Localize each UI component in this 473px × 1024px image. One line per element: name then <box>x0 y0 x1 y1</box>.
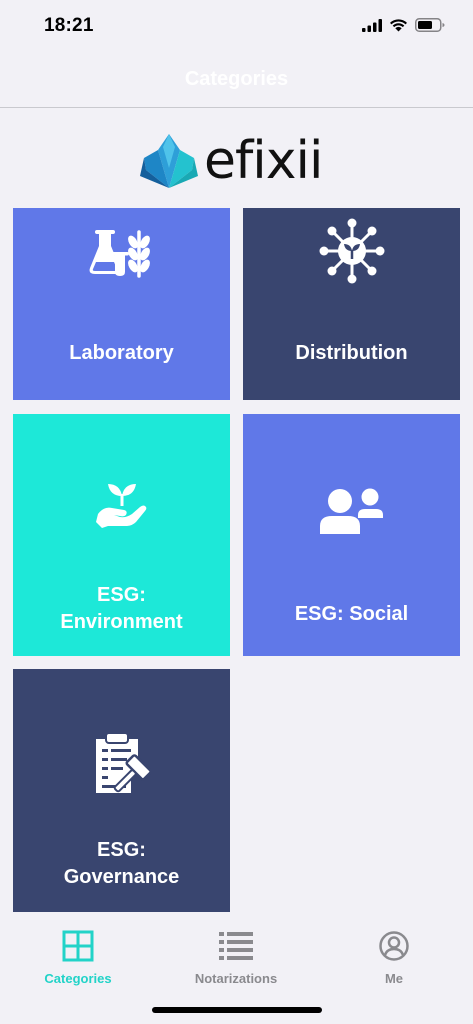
status-time: 18:21 <box>44 15 94 36</box>
category-tile-esg-environment[interactable]: ESG: Environment <box>13 414 230 656</box>
page-title: Categories <box>184 68 289 90</box>
category-label: ESG: Governance <box>63 839 180 888</box>
status-icons <box>362 18 445 32</box>
cellular-signal-icon <box>362 18 382 32</box>
nav-header: Categories <box>0 56 473 108</box>
category-tile-esg-social[interactable]: ESG: Social <box>243 414 460 656</box>
category-tile-distribution[interactable]: Distribution <box>243 208 460 400</box>
user-circle-icon <box>379 931 409 961</box>
tab-notarizations[interactable]: Notarizations <box>176 930 296 986</box>
tab-label: Categories <box>44 971 112 986</box>
battery-icon <box>415 18 445 32</box>
category-tile-laboratory[interactable]: Laboratory <box>13 208 230 400</box>
category-label: Laboratory <box>69 342 174 364</box>
category-label: Distribution <box>295 342 408 364</box>
wifi-icon <box>390 19 407 32</box>
status-bar: 18:21 <box>0 0 473 56</box>
home-indicator[interactable] <box>152 1007 322 1013</box>
category-tile-esg-governance[interactable]: ESG: Governance <box>13 669 230 912</box>
crystal-logo-icon <box>140 134 198 188</box>
hand-sprout-icon <box>95 484 146 528</box>
lab-flask-wheat-icon <box>89 230 150 278</box>
category-label: ESG: Environment <box>60 584 183 633</box>
distribution-network-icon <box>319 218 384 284</box>
logo-text: efixii <box>204 131 323 191</box>
tab-categories[interactable]: Categories <box>18 930 138 986</box>
tab-label: Notarizations <box>194 971 278 986</box>
category-grid: Laboratory Distribution ESG: Environment… <box>13 208 461 912</box>
tab-label: Me <box>384 971 404 986</box>
category-label: ESG: Social <box>294 603 409 625</box>
clipboard-gavel-icon <box>95 733 151 793</box>
efixii-logo: efixii <box>140 118 340 204</box>
people-icon <box>319 488 383 534</box>
list-icon <box>219 932 253 960</box>
grid-icon <box>62 930 94 962</box>
tab-me[interactable]: Me <box>334 930 454 986</box>
